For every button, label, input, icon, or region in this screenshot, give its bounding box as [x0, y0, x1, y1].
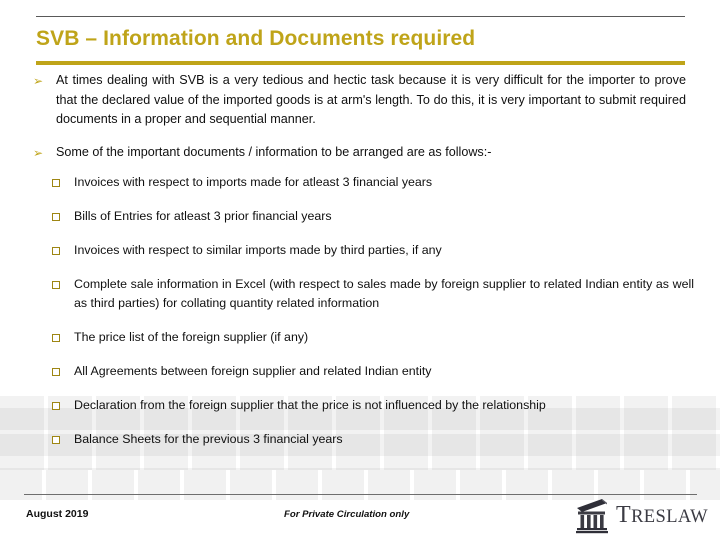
square-bullet-icon — [52, 368, 60, 376]
footer-rule — [24, 494, 697, 495]
list-item: Balance Sheets for the previous 3 financ… — [0, 430, 720, 449]
square-bullet-icon — [52, 334, 60, 342]
list-item-label: Complete sale information in Excel (with… — [74, 277, 694, 310]
list-item: Bills of Entries for atleast 3 prior fin… — [0, 207, 720, 226]
square-bullet-icon — [52, 436, 60, 444]
background-watermark-band — [0, 470, 720, 500]
footer-date: August 2019 — [26, 508, 89, 520]
square-bullet-icon — [52, 402, 60, 410]
list-item-label: Bills of Entries for atleast 3 prior fin… — [74, 209, 332, 223]
footer-disclaimer: For Private Circulation only — [284, 509, 410, 520]
slide-body: ➢ At times dealing with SVB is a very te… — [0, 71, 720, 464]
header-top-rule — [36, 16, 685, 17]
square-bullet-icon — [52, 247, 60, 255]
list-item-label: Invoices with respect to similar imports… — [74, 243, 442, 257]
square-bullet-icon — [52, 179, 60, 187]
bullet-paragraph: ➢ At times dealing with SVB is a very te… — [0, 71, 720, 130]
list-item-label: All Agreements between foreign supplier … — [74, 364, 432, 378]
bullet-paragraph-text: Some of the important documents / inform… — [56, 144, 492, 159]
logo-word-rest: RESLAW — [631, 507, 709, 527]
list-item-label: The price list of the foreign supplier (… — [74, 330, 309, 344]
bullet-paragraph: ➢ Some of the important documents / info… — [0, 143, 720, 163]
treslaw-wordmark: TRESLAW — [616, 503, 708, 529]
list-item: All Agreements between foreign supplier … — [0, 362, 720, 381]
arrow-bullet-icon: ➢ — [33, 74, 44, 88]
page-title: SVB – Information and Documents required — [36, 27, 476, 50]
header-accent-rule — [36, 61, 685, 65]
square-bullet-icon — [52, 213, 60, 221]
list-item-label: Declaration from the foreign supplier th… — [74, 398, 546, 412]
arrow-bullet-icon: ➢ — [33, 145, 44, 160]
square-bullet-icon — [52, 281, 60, 289]
treslaw-logo: TRESLAW — [576, 497, 708, 535]
list-item: Complete sale information in Excel (with… — [0, 275, 720, 313]
list-item-label: Balance Sheets for the previous 3 financ… — [74, 432, 343, 446]
list-item: Invoices with respect to similar imports… — [0, 241, 720, 260]
classical-building-icon — [576, 499, 608, 534]
slide-canvas: SVB – Information and Documents required… — [0, 0, 720, 540]
list-item: The price list of the foreign supplier (… — [0, 328, 720, 347]
logo-word-initial: T — [616, 502, 632, 528]
documents-list: Invoices with respect to imports made fo… — [0, 173, 720, 449]
bullet-paragraph-text: At times dealing with SVB is a very tedi… — [56, 73, 686, 126]
list-item: Declaration from the foreign supplier th… — [0, 396, 720, 415]
list-item: Invoices with respect to imports made fo… — [0, 173, 720, 192]
list-item-label: Invoices with respect to imports made fo… — [74, 175, 433, 189]
